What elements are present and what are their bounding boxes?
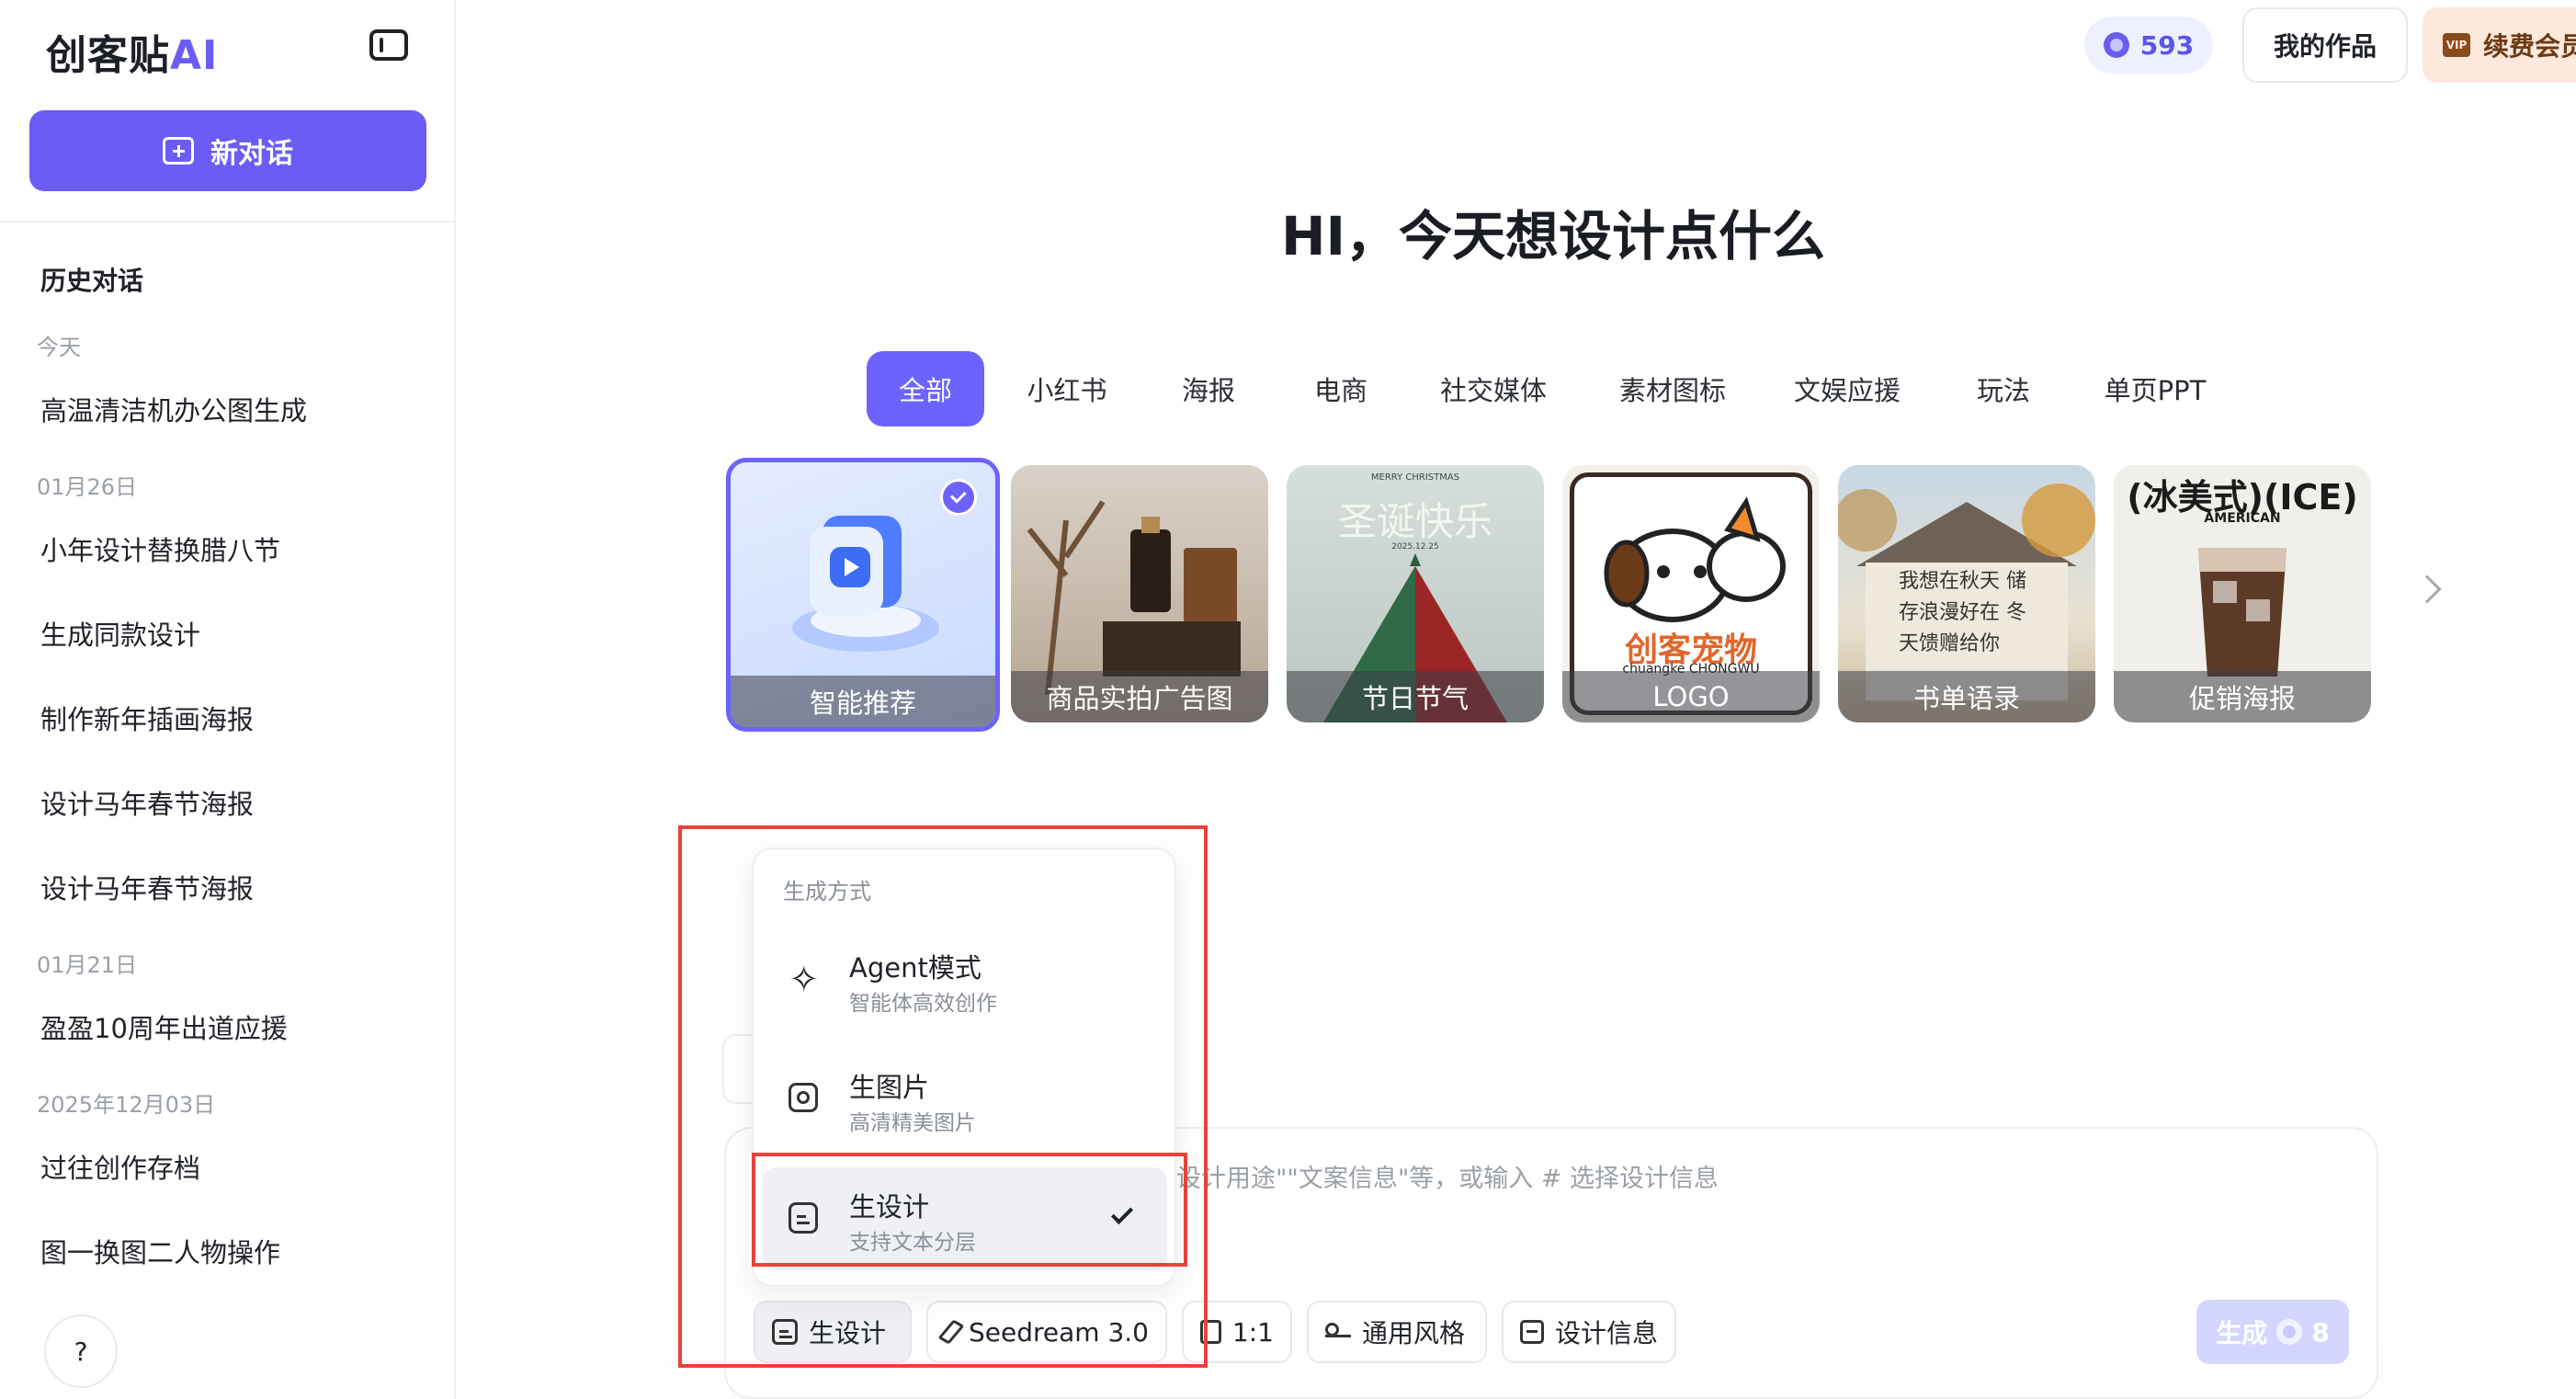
coin-icon <box>2276 1319 2303 1345</box>
renew-label: 续费会员 <box>2483 31 2576 62</box>
history-item[interactable]: 盈盈10周年出道应援 <box>40 1007 288 1046</box>
template-card-smart[interactable]: 智能推荐 <box>726 458 1000 732</box>
page-title: HI，今天想设计点什么 <box>1280 205 1826 267</box>
new-chat-button[interactable]: 新对话 <box>29 110 426 191</box>
prompt-placeholder[interactable]: 设计用途""文案信息"等，或输入 # 选择设计信息 <box>1176 1158 1719 1194</box>
history-group-date: 01月26日 <box>37 474 138 500</box>
card-caption: 书单语录 <box>1838 671 2095 722</box>
credits-value: 593 <box>2139 29 2195 61</box>
tab-social-media[interactable]: 社交媒体 <box>1434 351 1553 427</box>
selected-check-icon <box>940 479 977 516</box>
template-card-logo[interactable]: 创客宠物 chuangke CHONGWU LOGO <box>1562 465 1820 722</box>
highlight-box-outer <box>678 825 1208 1368</box>
tab-all[interactable]: 全部 <box>867 351 984 427</box>
history-item[interactable]: 制作新年插画海报 <box>40 699 254 737</box>
sidebar: 创客贴AI 新对话 历史对话 今天 高温清洁机办公图生成 01月26日 小年设计… <box>0 0 456 1399</box>
card-caption: 促销海报 <box>2114 671 2371 722</box>
card-caption: LOGO <box>1562 671 1820 722</box>
generate-button[interactable]: 生成 8 <box>2196 1300 2349 1364</box>
vip-icon: VIP <box>2443 33 2470 57</box>
history-group-date: 01月21日 <box>37 952 138 978</box>
template-card-festival[interactable]: MERRY CHRISTMAS 圣诞快乐 2025.12.25 节日节气 <box>1287 465 1544 722</box>
app-logo[interactable]: 创客贴AI <box>46 22 218 81</box>
card-caption: 商品实拍广告图 <box>1011 671 1268 722</box>
card-caption: 节日节气 <box>1287 671 1544 722</box>
new-chat-label: 新对话 <box>210 138 293 170</box>
tab-assets-icons[interactable]: 素材图标 <box>1608 351 1737 427</box>
design-info-button[interactable]: 设计信息 <box>1502 1301 1676 1363</box>
style-selector-label: 通用风格 <box>1362 1318 1466 1348</box>
chat-plus-icon <box>163 137 194 165</box>
template-card-quotes[interactable]: 我想在秋天 储存浪漫好在 冬天馈赠给你 书单语录 <box>1838 465 2095 722</box>
history-item[interactable]: 设计马年春节海报 <box>40 868 254 906</box>
history-item[interactable]: 设计马年春节海报 <box>40 783 254 822</box>
generate-label: 生成 <box>2216 1318 2268 1348</box>
tab-single-ppt[interactable]: 单页PPT <box>2086 351 2224 427</box>
tab-gameplay[interactable]: 玩法 <box>1958 351 2049 427</box>
history-title: 历史对话 <box>40 266 144 296</box>
divider <box>0 221 456 222</box>
ratio-selector-label: 1:1 <box>1231 1316 1274 1348</box>
highlight-box-inner <box>752 1153 1187 1267</box>
quote-art-text: 我想在秋天 储存浪漫好在 冬天馈赠给你 <box>1899 570 2026 655</box>
sidebar-toggle-icon[interactable] <box>369 29 408 61</box>
style-icon <box>1325 1321 1351 1343</box>
history-group-date: 2025年12月03日 <box>37 1092 216 1118</box>
coin-icon <box>2103 32 2129 58</box>
renew-member-button[interactable]: VIP 续费会员 <box>2423 7 2576 83</box>
style-selector-button[interactable]: 通用风格 <box>1307 1301 1487 1363</box>
design-info-label: 设计信息 <box>1554 1318 1658 1348</box>
help-button[interactable]: ? <box>44 1314 118 1388</box>
history-item[interactable]: 高温清洁机办公图生成 <box>40 390 307 428</box>
history-item[interactable]: 小年设计替换腊八节 <box>40 529 280 568</box>
history-group-date: 今天 <box>37 335 81 360</box>
history-item[interactable]: 生成同款设计 <box>40 614 200 653</box>
tab-ecommerce[interactable]: 电商 <box>1287 351 1395 427</box>
tab-poster[interactable]: 海报 <box>1149 351 1268 427</box>
history-item[interactable]: 图一换图二人物操作 <box>40 1232 280 1270</box>
template-card-product[interactable]: 商品实拍广告图 <box>1011 465 1268 722</box>
tab-fan-support[interactable]: 文娱应援 <box>1783 351 1912 427</box>
generate-cost: 8 <box>2311 1316 2330 1348</box>
info-icon <box>1520 1320 1544 1344</box>
tab-xiaohongshu[interactable]: 小红书 <box>1011 351 1123 427</box>
card-caption: 智能推荐 <box>731 676 995 727</box>
my-works-button[interactable]: 我的作品 <box>2242 7 2408 83</box>
template-card-promo[interactable]: (冰美式)(ICE) AMERICAN 促销海报 <box>2114 465 2371 722</box>
credits-badge[interactable]: 593 <box>2084 17 2213 74</box>
history-item[interactable]: 过往创作存档 <box>40 1147 200 1186</box>
